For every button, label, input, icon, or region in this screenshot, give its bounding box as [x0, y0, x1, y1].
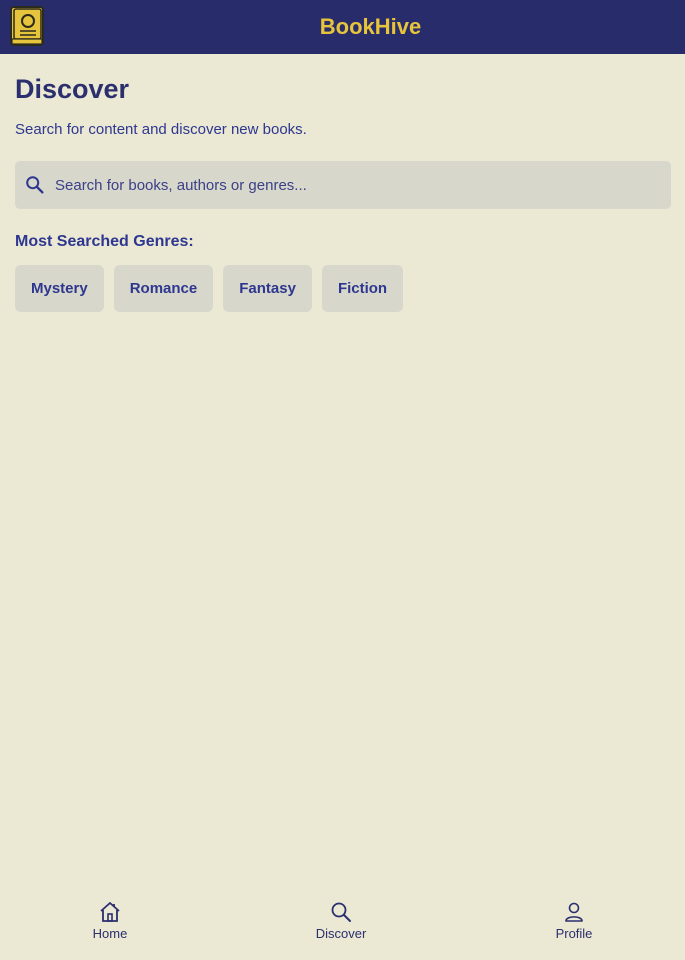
- genre-chip-fantasy[interactable]: Fantasy: [223, 265, 312, 312]
- genres-heading: Most Searched Genres:: [15, 233, 194, 250]
- nav-item-home[interactable]: Home: [60, 900, 160, 941]
- top-app-bar: BookHive: [0, 0, 685, 54]
- home-icon: [100, 902, 120, 922]
- genre-chip-fiction[interactable]: Fiction: [321, 265, 404, 312]
- search-input[interactable]: [55, 161, 655, 209]
- genre-chip-list: Mystery Romance Fantasy Fiction: [15, 265, 404, 312]
- genre-chip-mystery[interactable]: Mystery: [15, 265, 104, 312]
- nav-item-profile[interactable]: Profile: [524, 900, 624, 941]
- search-icon: [26, 176, 44, 194]
- page-title: Discover: [15, 74, 130, 104]
- nav-item-discover[interactable]: Discover: [291, 900, 391, 941]
- nav-label-discover: Discover: [315, 926, 367, 941]
- search-icon: [331, 902, 351, 922]
- app-title: BookHive: [319, 14, 422, 39]
- nav-label-profile: Profile: [555, 926, 593, 941]
- nav-label-home: Home: [92, 926, 128, 941]
- genre-chip-romance[interactable]: Romance: [113, 265, 214, 312]
- user-icon: [565, 902, 583, 922]
- page-subtitle: Search for content and discover new book…: [15, 121, 307, 138]
